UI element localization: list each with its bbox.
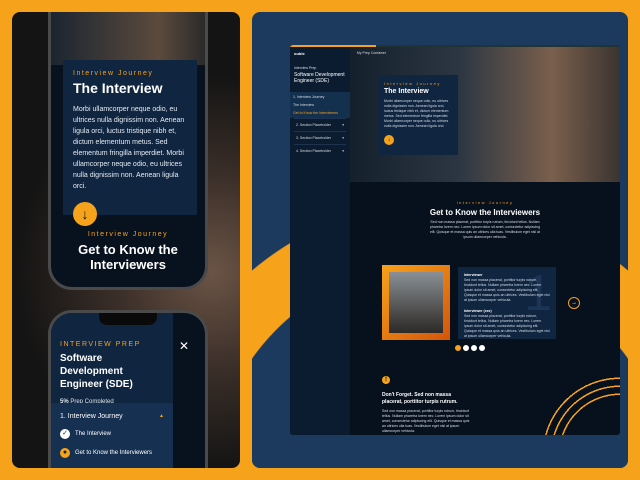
section-body: Sed non massa placerat, porttitor turpis… <box>429 220 541 239</box>
section-title: Get to Know the Interviewers <box>429 208 541 217</box>
phone-notch <box>99 313 157 325</box>
alert-body: Sed non massa placerat, porttitor turpis… <box>382 409 470 433</box>
sidebar-item[interactable]: Get to Know the Interviewers <box>293 111 347 115</box>
arrow-down-icon[interactable]: ↓ <box>73 202 97 226</box>
next-arrow-button[interactable]: → <box>568 297 580 309</box>
sidebar: ouble My Prep Container Interview Prep So… <box>290 47 386 435</box>
arrow-down-icon[interactable]: ↓ <box>384 135 394 145</box>
hero-card: Interview Journey The Interview Morbi ul… <box>378 75 458 155</box>
eyebrow: Interview Journey <box>73 70 154 77</box>
eyebrow: Interview Journey <box>456 200 514 205</box>
eyebrow: INTERVIEW PREP <box>60 341 141 348</box>
sidebar-section: 1. Interview Journey The Interview Get t… <box>290 92 350 118</box>
section-toggle[interactable]: 1. Interview Journey ▲ <box>60 413 164 420</box>
phone-menu: INTERVIEW PREP Software Development Engi… <box>48 310 208 468</box>
sidebar-eyebrow: Interview Prep <box>294 66 317 70</box>
header-link[interactable]: My Prep Container <box>357 51 386 56</box>
hero-photo <box>51 12 205 65</box>
chevron-up-icon: ▲ <box>159 413 164 419</box>
chevron-down-icon: ▾ <box>342 136 344 140</box>
chevron-down-icon: ▾ <box>342 123 344 127</box>
item-label: 3. Section Placeholder <box>296 136 332 140</box>
menu-item[interactable]: ● Get to Know the Interviewers <box>60 448 164 458</box>
sidebar-collapsed-item[interactable]: 4. Section Placeholder ▾ <box>294 144 346 157</box>
section-title: Get to Know the Interviewers <box>78 242 178 272</box>
section-label: 1. Interview Journey <box>60 413 123 420</box>
chevron-down-icon: ▾ <box>342 149 344 153</box>
menu-title: Software Development Engineer (SDE) <box>60 353 133 390</box>
item-label: 4. Section Placeholder <box>296 149 332 153</box>
carousel-dot[interactable] <box>463 345 469 351</box>
eyebrow: Interview Journey <box>384 81 441 86</box>
eye-icon: ● <box>60 448 70 458</box>
carousel-dot[interactable] <box>471 345 477 351</box>
hero-image: Interview Journey The Interview Morbi ul… <box>350 47 620 182</box>
phone-interview: Interview Journey The Interview Morbi ul… <box>48 12 208 290</box>
sidebar-item[interactable]: The Interview <box>293 103 347 107</box>
carousel-dots <box>455 345 485 351</box>
hero-body: Morbi ullamcorper neque odio, eu ultrice… <box>384 99 449 128</box>
eyebrow: Interview Journey <box>87 231 169 238</box>
logo[interactable]: ouble <box>294 51 305 56</box>
reminder-block: ! Don't Forget. Sed non massa placerat, … <box>382 368 472 434</box>
decorative-lines <box>490 370 620 435</box>
interview-card: Interview Journey The Interview Morbi ul… <box>63 60 197 226</box>
item-label: The Interview <box>75 431 112 437</box>
next-section: Interview Journey Get to Know the Interv… <box>51 231 205 272</box>
interviewer-body: Sed non massa placerat, porttitor turpis… <box>464 278 550 302</box>
section-label[interactable]: 1. Interview Journey <box>293 95 347 99</box>
item-label: 2. Section Placeholder <box>296 123 332 127</box>
interviewer-card: 1 Interviewer Sed non massa placerat, po… <box>458 267 556 339</box>
card-body: Morbi ullamcorper neque odio, eu ultrice… <box>73 106 185 190</box>
check-icon: ✓ <box>60 429 70 439</box>
sidebar-collapsed-item[interactable]: 3. Section Placeholder ▾ <box>294 131 346 144</box>
top-bar: ouble My Prep Container <box>294 51 386 56</box>
mobile-mockups-panel: Interview Journey The Interview Morbi ul… <box>12 12 240 468</box>
menu-list: 1. Interview Journey ▲ ✓ The Interview ● Ge… <box>51 403 173 468</box>
item-label: Get to Know the Interviewers <box>75 450 153 456</box>
hero-title: The Interview <box>384 88 429 95</box>
menu-item[interactable]: ✓ The Interview <box>60 429 164 439</box>
carousel-dot[interactable] <box>479 345 485 351</box>
alert-title: Don't Forget. Sed non massa placerat, po… <box>382 392 458 405</box>
carousel-dot[interactable] <box>455 345 461 351</box>
close-icon[interactable]: ✕ <box>179 339 189 353</box>
sidebar-title: Software Development Engineer (SDE) <box>294 72 345 84</box>
interviewer-body: Sed non massa placerat, porttitor turpis… <box>464 314 550 338</box>
interviewers-section: Interview Journey Get to Know the Interv… <box>350 200 620 240</box>
alert-icon: ! <box>382 376 390 384</box>
sidebar-collapsed-item[interactable]: 2. Section Placeholder ▾ <box>294 118 346 131</box>
card-title: The Interview <box>73 80 163 96</box>
interviewers-photo <box>382 265 450 340</box>
desktop-screen: Interview Journey The Interview Morbi ul… <box>290 45 620 435</box>
